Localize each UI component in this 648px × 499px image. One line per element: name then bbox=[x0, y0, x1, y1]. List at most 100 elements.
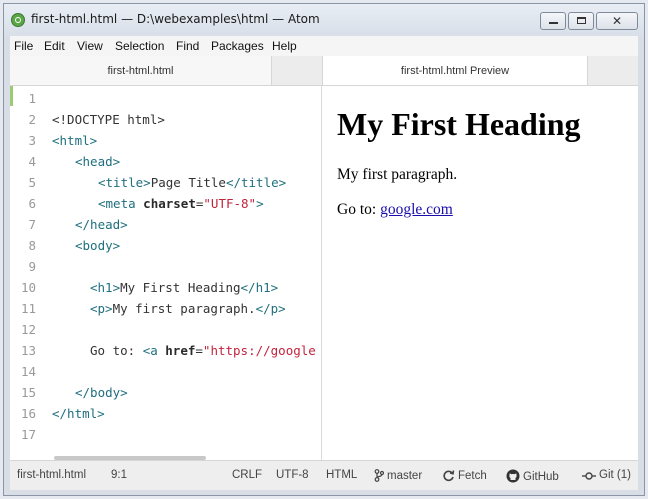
line-number: 10 bbox=[20, 280, 36, 295]
line-number: 5 bbox=[28, 175, 36, 190]
code-line: 4 <head> bbox=[10, 151, 321, 172]
line-text: </head> bbox=[75, 217, 128, 232]
menu-selection[interactable]: Selection bbox=[115, 39, 164, 53]
h1-close-tag: </h1> bbox=[240, 280, 279, 295]
maximize-button[interactable] bbox=[568, 12, 594, 30]
close-icon: ✕ bbox=[611, 14, 623, 28]
meta-end: > bbox=[256, 196, 264, 211]
href-attr: href bbox=[165, 343, 196, 358]
line-number: 9 bbox=[28, 259, 36, 274]
line-number: 1 bbox=[28, 91, 36, 106]
atom-app-icon bbox=[11, 13, 25, 27]
menu-help[interactable]: Help bbox=[272, 39, 297, 53]
meta-open-tag: <meta bbox=[98, 196, 136, 211]
code-line: 9 bbox=[10, 256, 321, 277]
code-line: 2 <!DOCTYPE html> bbox=[10, 109, 321, 130]
status-line-ending[interactable]: CRLF bbox=[232, 469, 262, 481]
line-number: 2 bbox=[28, 112, 36, 127]
code-line: 13 Go to: <a href="https://google bbox=[10, 340, 321, 361]
tab-editor[interactable]: first-html.html bbox=[10, 56, 272, 86]
status-github[interactable]: GitHub bbox=[506, 469, 559, 483]
line-text: </body> bbox=[75, 385, 128, 400]
p-open-tag: <p> bbox=[90, 301, 113, 316]
line-text: </html> bbox=[52, 406, 105, 421]
status-bar: first-html.html 9:1 CRLF UTF-8 HTML mast… bbox=[10, 460, 638, 490]
href-value: "https://google bbox=[202, 343, 316, 358]
status-fetch[interactable]: Fetch bbox=[442, 469, 487, 482]
google-link[interactable]: google.com bbox=[380, 201, 453, 218]
code-line: 5 <title>Page Title</title> bbox=[10, 172, 321, 193]
status-encoding[interactable]: UTF-8 bbox=[276, 469, 309, 481]
code-line: 16 </html> bbox=[10, 403, 321, 424]
maximize-icon bbox=[577, 17, 586, 24]
goto-label: Go to: bbox=[337, 201, 381, 218]
line-text: <html> bbox=[52, 133, 98, 148]
equals-sign: = bbox=[195, 343, 203, 358]
menu-packages[interactable]: Packages bbox=[211, 39, 264, 53]
code-line: 15 </body> bbox=[10, 382, 321, 403]
charset-value: "UTF-8" bbox=[203, 196, 257, 211]
status-git[interactable]: Git (1) bbox=[582, 469, 631, 481]
a-open-tag: <a bbox=[142, 343, 158, 358]
status-cursor-position[interactable]: 9:1 bbox=[111, 469, 127, 481]
h1-open-tag: <h1> bbox=[90, 280, 121, 295]
branch-label: master bbox=[387, 470, 423, 482]
status-file-name[interactable]: first-html.html bbox=[17, 469, 86, 481]
line-number: 8 bbox=[28, 238, 36, 253]
atom-window: first-html.html — D:\webexamples\html — … bbox=[3, 3, 645, 496]
code-line: 1 bbox=[10, 88, 321, 109]
line-number: 16 bbox=[20, 406, 36, 421]
window-title: first-html.html — D:\webexamples\html — … bbox=[31, 12, 320, 26]
menu-find[interactable]: Find bbox=[176, 39, 199, 53]
html-preview: My First Heading My first paragraph. Go … bbox=[328, 86, 638, 460]
line-number: 3 bbox=[28, 133, 36, 148]
code-line: 17 bbox=[10, 424, 321, 445]
fetch-icon bbox=[443, 470, 455, 482]
charset-attr: charset bbox=[143, 196, 196, 211]
fetch-label: Fetch bbox=[458, 470, 487, 482]
line-text: <head> bbox=[75, 154, 121, 169]
close-button[interactable]: ✕ bbox=[596, 12, 638, 30]
github-label: GitHub bbox=[523, 471, 559, 483]
title-close-tag: </title> bbox=[225, 175, 287, 190]
code-line: 11 <p>My first paragraph.</p> bbox=[10, 298, 321, 319]
workspace: first-html.html first-html.html Preview … bbox=[10, 56, 638, 490]
line-text: <!DOCTYPE html> bbox=[52, 112, 165, 127]
code-line: 8 <body> bbox=[10, 235, 321, 256]
code-line: 14 bbox=[10, 361, 321, 382]
code-editor[interactable]: 1 2 <!DOCTYPE html> 3 <html> 4 <head> 5 <tit… bbox=[10, 86, 322, 460]
p-text: My first paragraph. bbox=[112, 301, 256, 316]
menu-view[interactable]: View bbox=[77, 39, 103, 53]
title-open-tag: <title> bbox=[98, 175, 151, 190]
github-icon bbox=[506, 469, 520, 483]
code-line: 10 <h1>My First Heading</h1> bbox=[10, 277, 321, 298]
tab-preview[interactable]: first-html.html Preview bbox=[322, 56, 588, 86]
status-branch[interactable]: master bbox=[374, 469, 422, 482]
branch-icon bbox=[374, 469, 385, 482]
line-number: 15 bbox=[20, 385, 36, 400]
line-number: 12 bbox=[20, 322, 36, 337]
h1-text: My First Heading bbox=[120, 280, 241, 295]
code-line: 12 bbox=[10, 319, 321, 340]
preview-heading: My First Heading bbox=[337, 106, 581, 142]
tab-bar: first-html.html first-html.html Preview bbox=[10, 56, 638, 86]
menu-bar: File Edit View Selection Find Packages H… bbox=[10, 36, 638, 56]
minimize-button[interactable] bbox=[540, 12, 566, 30]
line-number: 17 bbox=[20, 427, 36, 442]
title-bar[interactable]: first-html.html — D:\webexamples\html — … bbox=[4, 4, 644, 36]
line-number: 6 bbox=[28, 196, 36, 211]
git-label: Git (1) bbox=[599, 469, 631, 481]
line-number: 14 bbox=[20, 364, 36, 379]
goto-text: Go to: bbox=[90, 343, 143, 358]
title-text: Page Title bbox=[150, 175, 226, 190]
preview-goto: Go to: google.com bbox=[337, 201, 453, 219]
code-line: 7 </head> bbox=[10, 214, 321, 235]
menu-file[interactable]: File bbox=[14, 39, 33, 53]
menu-edit[interactable]: Edit bbox=[44, 39, 65, 53]
status-grammar[interactable]: HTML bbox=[326, 469, 357, 481]
p-close-tag: </p> bbox=[255, 301, 286, 316]
preview-paragraph: My first paragraph. bbox=[337, 166, 458, 183]
line-number: 11 bbox=[20, 301, 36, 316]
line-number: 7 bbox=[28, 217, 36, 232]
line-text: <body> bbox=[75, 238, 121, 253]
